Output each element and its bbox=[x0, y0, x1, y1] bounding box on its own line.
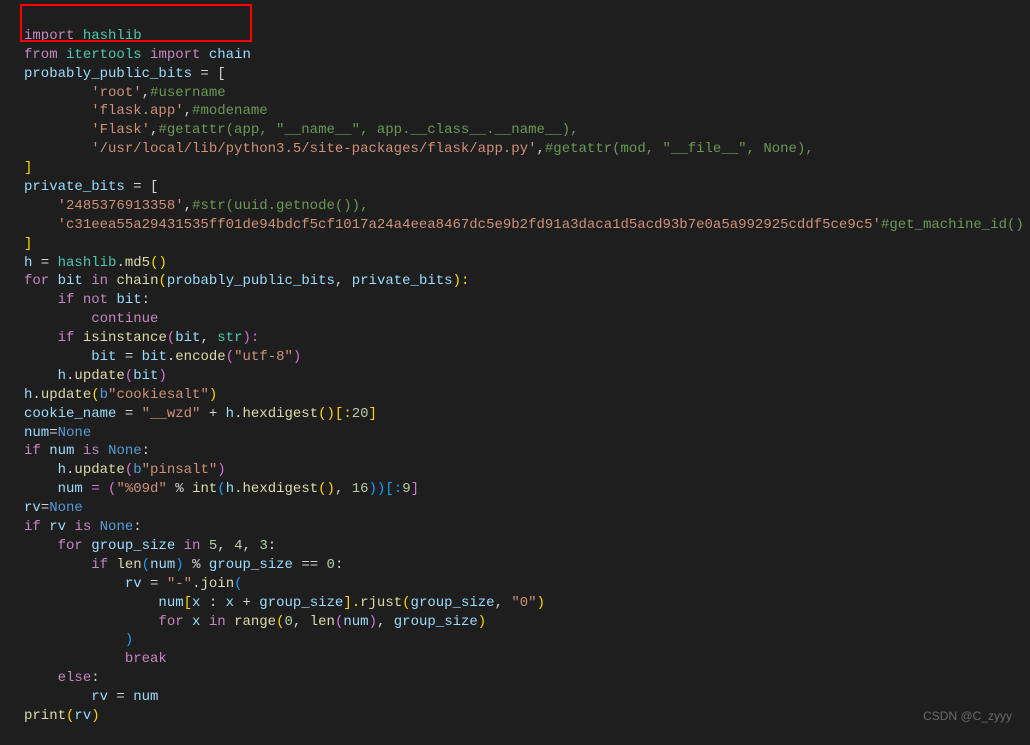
keyword-not: not bbox=[83, 292, 108, 308]
func-chain: chain bbox=[116, 273, 158, 289]
watermark-text: CSDN @C_zyyy bbox=[923, 708, 1012, 724]
keyword-for: for bbox=[58, 538, 83, 554]
keyword-for: for bbox=[158, 614, 183, 630]
keyword-in: in bbox=[91, 273, 108, 289]
string-uuid: '2485376913358' bbox=[58, 198, 184, 214]
func-join: join bbox=[200, 576, 234, 592]
func-encode: encode bbox=[175, 349, 225, 365]
code-editor-view: import hashlib from itertools import cha… bbox=[24, 8, 1030, 745]
module-hashlib: hashlib bbox=[83, 28, 142, 44]
func-rjust: rjust bbox=[360, 595, 402, 611]
var-cookie-name: cookie_name bbox=[24, 406, 116, 422]
var-public-bits: probably_public_bits bbox=[24, 66, 192, 82]
close-bracket: ] bbox=[24, 236, 32, 252]
var-private-bits: private_bits bbox=[24, 179, 125, 195]
type-str: str bbox=[217, 330, 242, 346]
comment-getattr: #getattr(app, "__name__", app.__class__.… bbox=[158, 122, 578, 138]
func-hexdigest: hexdigest bbox=[242, 406, 318, 422]
var-group-size: group_size bbox=[91, 538, 175, 554]
hashlib-ref: hashlib bbox=[58, 255, 117, 271]
module-itertools: itertools bbox=[66, 47, 142, 63]
func-len: len bbox=[116, 557, 141, 573]
var-rv: rv bbox=[24, 500, 41, 516]
comment-getnode: #str(uuid.getnode()), bbox=[192, 198, 368, 214]
code-content: import hashlib from itertools import cha… bbox=[24, 27, 1030, 726]
keyword-continue: continue bbox=[91, 311, 158, 327]
string-machine-id: 'c31eea55a29431535ff01de94bdcf5cf1017a24… bbox=[58, 217, 881, 233]
keyword-else: else bbox=[58, 670, 92, 686]
func-range: range bbox=[234, 614, 276, 630]
comment-getattr-mod: #getattr(mod, "__file__", None), bbox=[545, 141, 814, 157]
keyword-import: import bbox=[24, 28, 74, 44]
keyword-if: if bbox=[58, 330, 75, 346]
none-literal: None bbox=[58, 425, 92, 441]
func-update: update bbox=[74, 368, 124, 384]
var-num: num bbox=[24, 425, 49, 441]
keyword-if: if bbox=[24, 519, 41, 535]
string-flask: 'Flask' bbox=[91, 122, 150, 138]
keyword-is: is bbox=[83, 443, 100, 459]
func-print: print bbox=[24, 708, 66, 724]
string-path: '/usr/local/lib/python3.5/site-packages/… bbox=[91, 141, 536, 157]
keyword-if: if bbox=[58, 292, 75, 308]
func-md5: md5 bbox=[125, 255, 150, 271]
name-chain: chain bbox=[209, 47, 251, 63]
comment-modename: #modename bbox=[192, 103, 268, 119]
func-update: update bbox=[41, 387, 91, 403]
keyword-from: from bbox=[24, 47, 58, 63]
keyword-break: break bbox=[125, 651, 167, 667]
keyword-import: import bbox=[150, 47, 200, 63]
var-bit: bit bbox=[58, 273, 83, 289]
func-int: int bbox=[192, 481, 217, 497]
keyword-if: if bbox=[24, 443, 41, 459]
keyword-for: for bbox=[24, 273, 49, 289]
close-bracket: ] bbox=[24, 160, 32, 176]
comment-machine-id: #get_machine_id() bbox=[881, 217, 1024, 233]
string-flaskapp: 'flask.app' bbox=[91, 103, 183, 119]
keyword-if: if bbox=[91, 557, 108, 573]
func-isinstance: isinstance bbox=[83, 330, 167, 346]
comment-username: #username bbox=[150, 85, 226, 101]
string-root: 'root' bbox=[91, 85, 141, 101]
